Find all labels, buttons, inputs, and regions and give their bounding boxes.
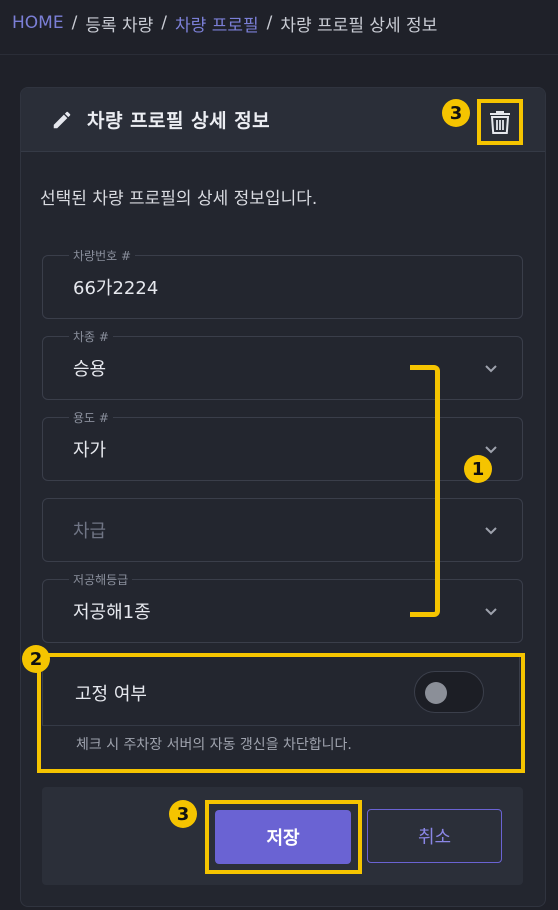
vehicle-profile-card: 차량 프로필 상세 정보 [20,87,546,907]
annotation-badge-save: 3 [169,800,197,828]
breadcrumb-separator: / [71,13,78,33]
cancel-button[interactable]: 취소 [367,809,502,863]
breadcrumb-vehicle-profile[interactable]: 차량 프로필 [175,11,259,36]
low-emission-grade-select[interactable]: 저공해등급 저공해1종 [42,571,523,643]
trash-icon [490,111,510,134]
header-divider [0,54,558,55]
delete-button[interactable] [477,99,523,145]
annotation-badge-delete: 3 [442,99,470,127]
card-description: 선택된 차량 프로필의 상세 정보입니다. [40,189,318,209]
plate-number-value: 66가2224 [73,278,159,299]
chevron-down-icon [485,365,497,373]
breadcrumb-registered-vehicles: 등록 차량 [85,15,154,36]
breadcrumb-home[interactable]: HOME [12,13,64,33]
breadcrumb-current: 차량 프로필 상세 정보 [280,15,438,36]
fixed-toggle-switch[interactable] [414,671,484,713]
chevron-down-icon [485,608,497,616]
annotation-badge-toggle: 2 [22,645,50,673]
plate-number-field[interactable]: 차량번호 # 66가2224 [42,247,523,319]
annotation-bracket [410,365,440,617]
usage-label: 용도 # [69,409,113,426]
usage-value: 자가 [73,440,107,461]
chevron-down-icon [485,446,497,454]
save-button[interactable]: 저장 [215,810,351,864]
usage-select[interactable]: 용도 # 자가 [42,409,523,481]
fixed-toggle-label: 고정 여부 [75,684,147,705]
annotation-badge-fields: 1 [464,455,492,483]
toggle-knob [425,682,447,704]
breadcrumb: HOME / 등록 차량 / 차량 프로필 / 차량 프로필 상세 정보 [12,10,437,36]
vehicle-class-select[interactable]: 차급 [42,498,523,562]
page-title: 차량 프로필 상세 정보 [87,110,271,132]
breadcrumb-separator: / [161,13,168,33]
low-emission-grade-label: 저공해등급 [69,571,133,588]
fixed-toggle-help: 체크 시 주차장 서버의 자동 갱신을 차단합니다. [76,737,352,753]
low-emission-grade-value: 저공해1종 [73,602,151,623]
vehicle-type-value: 승용 [73,359,107,380]
pencil-icon [53,111,71,128]
vehicle-class-placeholder: 차급 [73,521,107,542]
vehicle-type-label: 차종 # [69,328,113,345]
vehicle-type-select[interactable]: 차종 # 승용 [42,328,523,400]
chevron-down-icon [485,527,497,535]
breadcrumb-separator: / [266,13,273,33]
plate-number-label: 차량번호 # [69,247,136,264]
